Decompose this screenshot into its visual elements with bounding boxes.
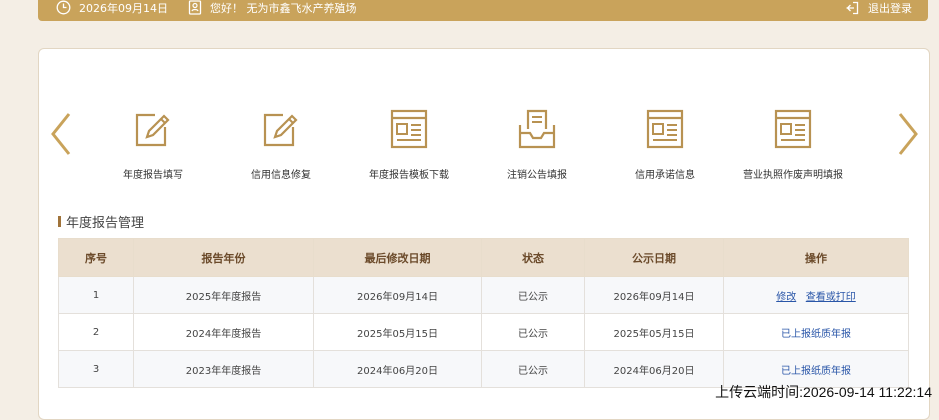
chevron-right-icon (898, 113, 918, 155)
menu-item-label: 营业执照作废声明填报 (743, 170, 843, 181)
paper-report-link[interactable]: 已上报纸质年报 (781, 366, 851, 377)
cell-modified: 2025年05月15日 (313, 313, 482, 351)
main-panel: 年度报告填写 信用信息修复 年度报告模板下载 注销公告填报 信用承诺信息 营业执… (38, 48, 930, 420)
menu-item-cancellation-notice[interactable]: 注销公告填报 (473, 107, 601, 181)
column-header: 序号 (58, 238, 134, 277)
cell-actions: 修改 查看或打印 (723, 276, 909, 314)
column-header: 操作 (723, 238, 909, 277)
column-header: 报告年份 (133, 238, 314, 277)
greeting-text: 您好！ 无为市鑫飞水产养殖场 (210, 1, 357, 15)
document-list-icon (643, 107, 687, 151)
cell-status: 已公示 (481, 276, 585, 314)
table-row: 1 2025年年度报告 2026年09月14日 已公示 2026年09月14日 … (58, 276, 909, 314)
section-title-text: 年度报告管理 (66, 216, 145, 231)
section-title: 年度报告管理 (58, 212, 144, 231)
top-bar: 2026年09月14日 您好！ 无为市鑫飞水产养殖场 退出登录 (38, 0, 928, 21)
section-marker (58, 216, 61, 227)
date-display: 2026年09月14日 (56, 0, 168, 15)
chevron-left-icon (51, 113, 71, 155)
carousel-prev-button[interactable] (49, 111, 73, 157)
cell-status: 已公示 (481, 350, 585, 388)
logout-button[interactable]: 退出登录 (845, 0, 912, 15)
cell-published: 2026年09月14日 (584, 276, 724, 314)
cell-published: 2025年05月15日 (584, 313, 724, 351)
inbox-document-icon (515, 107, 559, 151)
table-header-row: 序号 报告年份 最后修改日期 状态 公示日期 操作 (58, 238, 909, 277)
clock-icon (56, 0, 71, 15)
menu-item-credit-commitment[interactable]: 信用承诺信息 (601, 107, 729, 181)
cell-status: 已公示 (481, 313, 585, 351)
column-header: 公示日期 (584, 238, 724, 277)
edit-link[interactable]: 修改 (776, 292, 796, 303)
table-row: 2 2024年年度报告 2025年05月15日 已公示 2025年05月15日 … (58, 313, 909, 351)
menu-item-credit-repair[interactable]: 信用信息修复 (217, 107, 345, 181)
annual-report-table: 序号 报告年份 最后修改日期 状态 公示日期 操作 1 2025年年度报告 20… (58, 238, 909, 388)
user-icon (188, 0, 202, 15)
greeting: 您好！ 无为市鑫飞水产养殖场 (188, 0, 357, 15)
menu-item-template-download[interactable]: 年度报告模板下载 (345, 107, 473, 181)
cell-modified: 2024年06月20日 (313, 350, 482, 388)
menu-item-label: 年度报告模板下载 (369, 170, 449, 181)
cell-no: 1 (58, 276, 134, 314)
cell-year: 2023年年度报告 (133, 350, 314, 388)
edit-form-icon (131, 107, 175, 151)
column-header: 最后修改日期 (313, 238, 482, 277)
logout-icon (845, 1, 859, 15)
cell-year: 2024年年度报告 (133, 313, 314, 351)
menu-item-license-void[interactable]: 营业执照作废声明填报 (729, 107, 857, 181)
menu-item-label: 信用信息修复 (251, 170, 311, 181)
menu-item-label: 注销公告填报 (507, 170, 567, 181)
menu-item-label: 信用承诺信息 (635, 170, 695, 181)
cell-no: 2 (58, 313, 134, 351)
cell-no: 3 (58, 350, 134, 388)
cell-modified: 2026年09月14日 (313, 276, 482, 314)
view-print-link[interactable]: 查看或打印 (806, 292, 856, 303)
cell-actions: 已上报纸质年报 (723, 313, 909, 351)
carousel-next-button[interactable] (896, 111, 920, 157)
column-header: 状态 (481, 238, 585, 277)
document-list-icon (387, 107, 431, 151)
menu-item-annual-report-fill[interactable]: 年度报告填写 (89, 107, 217, 181)
logout-label: 退出登录 (868, 1, 912, 15)
document-list-icon (771, 107, 815, 151)
edit-form-icon (259, 107, 303, 151)
menu-item-label: 年度报告填写 (123, 170, 183, 181)
upload-time-label: 上传云端时间:2026-09-14 11:22:14 (715, 384, 932, 400)
paper-report-link[interactable]: 已上报纸质年报 (781, 329, 851, 340)
cell-published: 2024年06月20日 (584, 350, 724, 388)
cell-year: 2025年年度报告 (133, 276, 314, 314)
date-text: 2026年09月14日 (79, 1, 168, 15)
